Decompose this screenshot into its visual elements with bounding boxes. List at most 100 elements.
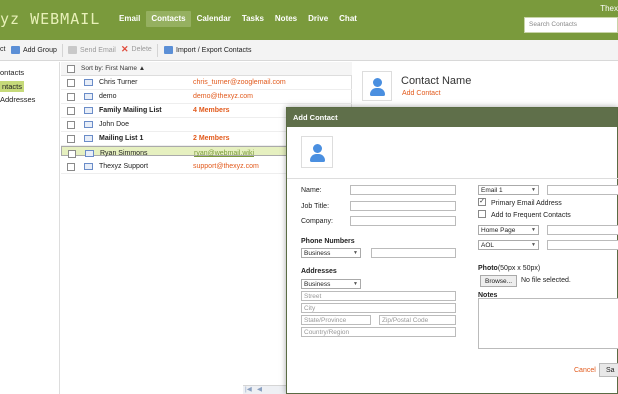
new-contact-button[interactable]: ct (0, 46, 5, 53)
table-row[interactable]: Chris Turner chris_turner@zooglemail.com (61, 76, 352, 90)
sidebar-item-addresses[interactable]: Addresses (0, 95, 35, 104)
sidebar-item-contacts[interactable]: ntacts (0, 81, 25, 92)
group-card-icon (84, 135, 93, 142)
row-checkbox[interactable] (67, 79, 75, 87)
frequent-contacts-checkbox[interactable] (478, 210, 486, 218)
toolbar-divider (157, 44, 158, 57)
send-email-label: Send Email (80, 46, 116, 54)
phone-field[interactable] (371, 248, 456, 258)
im-type-select[interactable]: AOL ▼ (478, 240, 539, 250)
toolbar: ct Add Group Send Email ✕ Delete Import … (0, 40, 618, 61)
contact-name: Contact Name (401, 75, 472, 87)
contact-card-icon (84, 79, 93, 86)
user-menu[interactable]: Thex (600, 4, 618, 13)
top-bar: yz WEBMAIL Email Contacts Calendar Tasks… (0, 0, 618, 40)
nav-contacts[interactable]: Contacts (146, 11, 191, 27)
cancel-button[interactable]: Cancel (574, 367, 596, 374)
email-type-select[interactable]: Email 1 ▼ (478, 185, 539, 195)
contact-card-icon (84, 121, 93, 128)
delete-button[interactable]: ✕ Delete (121, 44, 152, 54)
send-email-button[interactable]: Send Email (68, 46, 116, 54)
browse-button[interactable]: Browse... (480, 275, 518, 287)
row-checkbox[interactable] (67, 163, 75, 171)
addresses-heading: Addresses (301, 268, 337, 275)
group-icon (11, 46, 20, 54)
row-email[interactable]: demo@thexyz.com (193, 93, 253, 100)
dialog-title: Add Contact (287, 108, 617, 127)
add-contact-link[interactable]: Add Contact (402, 90, 441, 97)
row-name: Family Mailing List (99, 107, 162, 114)
nav-email[interactable]: Email (114, 11, 145, 27)
sort-label: Sort by: First Name (81, 65, 137, 72)
row-checkbox[interactable] (67, 107, 75, 115)
nav-calendar[interactable]: Calendar (192, 11, 236, 27)
nav-tasks[interactable]: Tasks (237, 11, 269, 27)
street-field[interactable]: Street (301, 291, 456, 301)
row-member-count: 2 Members (193, 135, 230, 142)
row-email[interactable]: support@thexyz.com (193, 163, 259, 170)
row-checkbox[interactable] (67, 135, 75, 143)
chevron-down-icon: ▼ (531, 187, 536, 193)
im-type-value: AOL (481, 242, 495, 249)
new-contact-label: ct (0, 46, 6, 53)
chevron-down-icon: ▼ (531, 227, 536, 233)
nav-chat[interactable]: Chat (334, 11, 362, 27)
row-name: Ryan Simmons (100, 150, 148, 157)
phone-type-select[interactable]: Business ▼ (301, 248, 361, 258)
first-page-icon[interactable]: |◀ (245, 386, 252, 394)
notes-field[interactable] (478, 298, 618, 349)
row-email[interactable]: ryan@webmail.wiki (194, 150, 254, 157)
state-field[interactable]: State/Province (301, 315, 371, 325)
primary-email-checkbox[interactable]: ✓ (478, 198, 486, 206)
row-member-count: 4 Members (193, 107, 230, 114)
prev-page-icon[interactable]: ◀ (257, 386, 262, 394)
add-group-button[interactable]: Add Group (11, 46, 57, 54)
im-field[interactable] (547, 240, 618, 250)
group-card-icon (84, 107, 93, 114)
row-name: Thexyz Support (99, 163, 149, 170)
delete-icon: ✕ (121, 44, 129, 54)
row-checkbox[interactable] (67, 93, 75, 101)
app-logo[interactable]: yz WEBMAIL (0, 10, 100, 28)
row-checkbox[interactable] (68, 150, 76, 158)
search-input[interactable]: Search Contacts (524, 17, 618, 33)
photo-preview (301, 136, 333, 168)
sidebar-header-contacts: ontacts (0, 68, 25, 77)
avatar (362, 71, 392, 101)
address-type-select[interactable]: Business ▼ (301, 279, 361, 289)
select-all-checkbox[interactable] (67, 65, 75, 73)
table-row[interactable]: demo demo@thexyz.com (61, 90, 352, 104)
delete-label: Delete (131, 46, 152, 53)
row-name: John Doe (99, 121, 129, 128)
phone-numbers-heading: Phone Numbers (301, 238, 355, 245)
main-nav: Email Contacts Calendar Tasks Notes Driv… (114, 11, 363, 27)
toolbar-divider (62, 44, 63, 57)
name-field[interactable] (350, 185, 456, 195)
web-type-select[interactable]: Home Page ▼ (478, 225, 539, 235)
company-field[interactable] (350, 216, 456, 226)
save-button[interactable]: Sa (599, 363, 618, 377)
city-field[interactable]: City (301, 303, 456, 313)
job-title-field[interactable] (350, 201, 456, 211)
web-type-value: Home Page (481, 227, 516, 234)
sort-asc-icon: ▲ (138, 65, 146, 72)
row-name: Mailing List 1 (99, 135, 144, 142)
divider (287, 178, 618, 179)
row-checkbox[interactable] (67, 121, 75, 129)
row-name: Chris Turner (99, 79, 138, 86)
zip-field[interactable]: Zip/Postal Code (379, 315, 456, 325)
nav-notes[interactable]: Notes (270, 11, 302, 27)
contact-card-icon (84, 93, 93, 100)
email-type-value: Email 1 (481, 187, 503, 194)
email-field[interactable] (547, 185, 618, 195)
job-title-label: Job Title: (301, 203, 330, 210)
nav-drive[interactable]: Drive (303, 11, 333, 27)
web-field[interactable] (547, 225, 618, 235)
chevron-down-icon: ▼ (531, 242, 536, 248)
country-field[interactable]: Country/Region (301, 327, 456, 337)
contact-card-icon (84, 163, 93, 170)
import-export-button[interactable]: Import / Export Contacts (164, 46, 251, 54)
row-email[interactable]: chris_turner@zooglemail.com (193, 79, 286, 86)
sort-control[interactable]: Sort by: First Name ▲ (81, 65, 145, 72)
add-group-label: Add Group (23, 46, 57, 54)
